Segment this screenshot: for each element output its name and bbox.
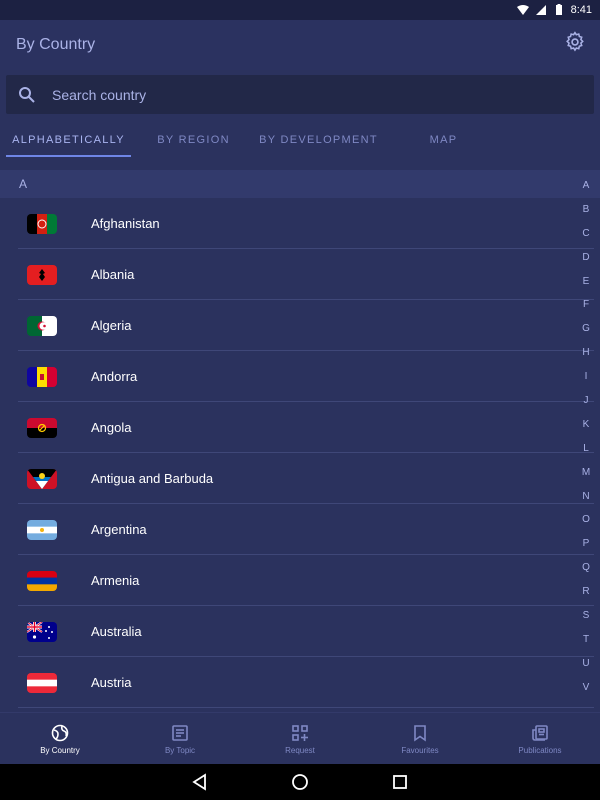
nav-label: By Topic [164, 745, 196, 755]
home-circle-icon[interactable] [291, 773, 309, 791]
country-name: Armenia [91, 573, 140, 588]
country-row-afghanistan[interactable]: Afghanistan [0, 198, 594, 249]
antigua-and-barbuda-flag-icon [27, 468, 57, 489]
country-name: Algeria [91, 318, 132, 333]
app-bar: By Country [0, 20, 600, 70]
bottom-navigation: By Country By Topic Request Favourites P… [0, 712, 600, 764]
recents-square-icon[interactable] [391, 773, 409, 791]
nav-label: By Country [40, 745, 80, 755]
index-letter-q[interactable]: Q [582, 560, 590, 584]
row-divider [18, 707, 594, 708]
index-letter-n[interactable]: N [582, 489, 589, 513]
algeria-flag-icon [27, 315, 57, 336]
country-name: Angola [91, 420, 132, 435]
tab-by-development[interactable]: BY DEVELOPMENT [256, 122, 381, 157]
index-letter-j[interactable]: J [584, 393, 589, 417]
index-letter-h[interactable]: H [582, 345, 589, 369]
active-tab-indicator [6, 155, 131, 157]
country-row-andorra[interactable]: Andorra [0, 351, 594, 402]
country-name: Australia [91, 624, 142, 639]
index-letter-k[interactable]: K [583, 417, 590, 441]
bookmark-icon [411, 724, 429, 742]
country-row-armenia[interactable]: Armenia [0, 555, 594, 606]
austria-flag-icon [27, 672, 57, 693]
country-row-antigua-and-barbuda[interactable]: Antigua and Barbuda [0, 453, 594, 504]
index-letter-a[interactable]: A [583, 178, 590, 202]
tab-by-region[interactable]: BY REGION [131, 122, 256, 157]
signal-icon [535, 4, 547, 16]
index-letter-u[interactable]: U [582, 656, 589, 680]
index-letter-m[interactable]: M [582, 465, 590, 489]
index-letter-g[interactable]: G [582, 321, 590, 345]
settings-gear-icon[interactable] [564, 31, 586, 53]
nav-label: Request [285, 745, 315, 755]
section-header: A [0, 170, 600, 198]
nav-favourites[interactable]: Favourites [360, 713, 480, 765]
index-letter-e[interactable]: E [583, 274, 590, 298]
document-icon [171, 724, 189, 742]
country-row-argentina[interactable]: Argentina [0, 504, 594, 555]
country-row-austria[interactable]: Austria [0, 657, 594, 708]
tab-map[interactable]: MAP [381, 122, 506, 157]
tab-bar: ALPHABETICALLY BY REGION BY DEVELOPMENT … [0, 122, 600, 158]
nav-by-topic[interactable]: By Topic [120, 713, 240, 765]
albania-flag-icon [27, 264, 57, 285]
index-letter-s[interactable]: S [583, 608, 590, 632]
wifi-icon [516, 4, 529, 16]
index-letter-d[interactable]: D [582, 250, 589, 274]
status-bar: 8:41 [0, 0, 600, 20]
status-time: 8:41 [570, 4, 592, 16]
search-icon [18, 86, 36, 104]
australia-flag-icon [27, 621, 57, 642]
index-letter-c[interactable]: C [582, 226, 589, 250]
country-row-angola[interactable]: Angola [0, 402, 594, 453]
page-title: By Country [16, 36, 96, 53]
system-navigation-bar [0, 764, 600, 800]
index-letter-v[interactable]: V [583, 680, 590, 704]
nav-label: Publications [518, 745, 562, 755]
index-letter-t[interactable]: T [583, 632, 589, 656]
battery-icon [553, 4, 565, 16]
nav-label: Favourites [401, 745, 439, 755]
country-row-albania[interactable]: Albania [0, 249, 594, 300]
index-letter-p[interactable]: P [583, 536, 590, 560]
angola-flag-icon [27, 417, 57, 438]
index-letter-i[interactable]: I [585, 369, 588, 393]
nav-publications[interactable]: Publications [480, 713, 600, 765]
country-row-australia[interactable]: Australia [0, 606, 594, 657]
nav-by-country[interactable]: By Country [0, 713, 120, 765]
index-letter-o[interactable]: O [582, 512, 590, 536]
index-letter-l[interactable]: L [583, 441, 589, 465]
armenia-flag-icon [27, 570, 57, 591]
alphabet-index: A B C D E F G H I J K L M N O P Q R S T … [579, 178, 593, 704]
request-grid-icon [291, 724, 309, 742]
country-name: Austria [91, 675, 132, 690]
search-input[interactable] [52, 86, 552, 103]
afghanistan-flag-icon [27, 213, 57, 234]
back-triangle-icon[interactable] [191, 773, 209, 791]
country-name: Argentina [91, 522, 147, 537]
country-name: Andorra [91, 369, 138, 384]
newspaper-icon [531, 724, 549, 742]
argentina-flag-icon [27, 519, 57, 540]
andorra-flag-icon [27, 366, 57, 387]
search-bar [6, 75, 594, 114]
nav-request[interactable]: Request [240, 713, 360, 765]
country-row-algeria[interactable]: Algeria [0, 300, 594, 351]
index-letter-b[interactable]: B [583, 202, 590, 226]
country-name: Albania [91, 267, 135, 282]
country-name: Afghanistan [91, 216, 160, 231]
index-letter-r[interactable]: R [582, 584, 589, 608]
country-name: Antigua and Barbuda [91, 471, 214, 486]
tab-alphabetically[interactable]: ALPHABETICALLY [6, 122, 131, 157]
index-letter-f[interactable]: F [583, 297, 589, 321]
globe-icon [51, 724, 69, 742]
country-list: Afghanistan Albania Algeria Andorra Ango… [0, 198, 600, 708]
